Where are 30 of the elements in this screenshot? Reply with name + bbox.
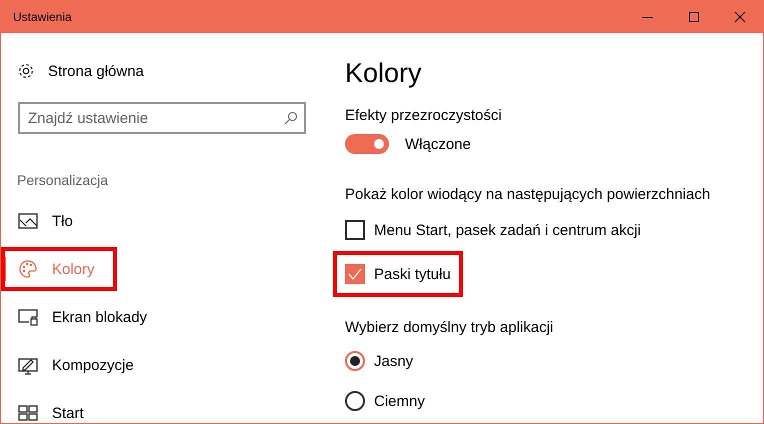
- lock-screen-icon: [18, 307, 38, 327]
- radio-label: Ciemny: [374, 392, 425, 410]
- palette-icon: [18, 259, 38, 279]
- settings-icon[interactable]: [17, 62, 35, 80]
- picture-icon: [18, 211, 38, 231]
- setting-label: Pokaż kolor wiodący na następujących powierzchniach: [345, 186, 712, 203]
- sidebar-item[interactable]: Tło: [1, 197, 323, 245]
- checkbox[interactable]: [345, 264, 365, 284]
- close-icon: [734, 11, 746, 23]
- radio-button[interactable]: [345, 391, 365, 411]
- search-field[interactable]: Znajdź ustawienie: [18, 102, 306, 134]
- sidebar-item[interactable]: Ekran blokady: [1, 293, 323, 341]
- tiles-icon: [18, 403, 38, 423]
- setting-label: Wybierz domyślny tryb aplikacji: [345, 319, 554, 336]
- radio-button[interactable]: [345, 351, 365, 371]
- sidebar-item[interactable]: Start: [1, 389, 323, 423]
- toggle-state: Włączone: [405, 136, 471, 152]
- checkbox-label: Menu Start, pasek zadań i centrum akcji: [374, 222, 641, 238]
- checkbox[interactable]: [345, 220, 365, 240]
- home-link[interactable]: Strona główna: [48, 62, 144, 80]
- toggle-switch[interactable]: [345, 134, 389, 154]
- page-title: Kolory: [345, 57, 423, 90]
- radio-label: Jasny: [374, 352, 414, 370]
- window-title: Ustawienia: [12, 10, 73, 24]
- checkbox-label: Paski tytułu: [374, 266, 451, 282]
- search-icon[interactable]: [284, 111, 298, 125]
- setting-label: Efekty przezroczystości: [345, 107, 503, 124]
- maximize-icon: [688, 11, 700, 23]
- section-heading: Personalizacja: [17, 172, 110, 188]
- sidebar-item[interactable]: Kompozycje: [1, 341, 323, 389]
